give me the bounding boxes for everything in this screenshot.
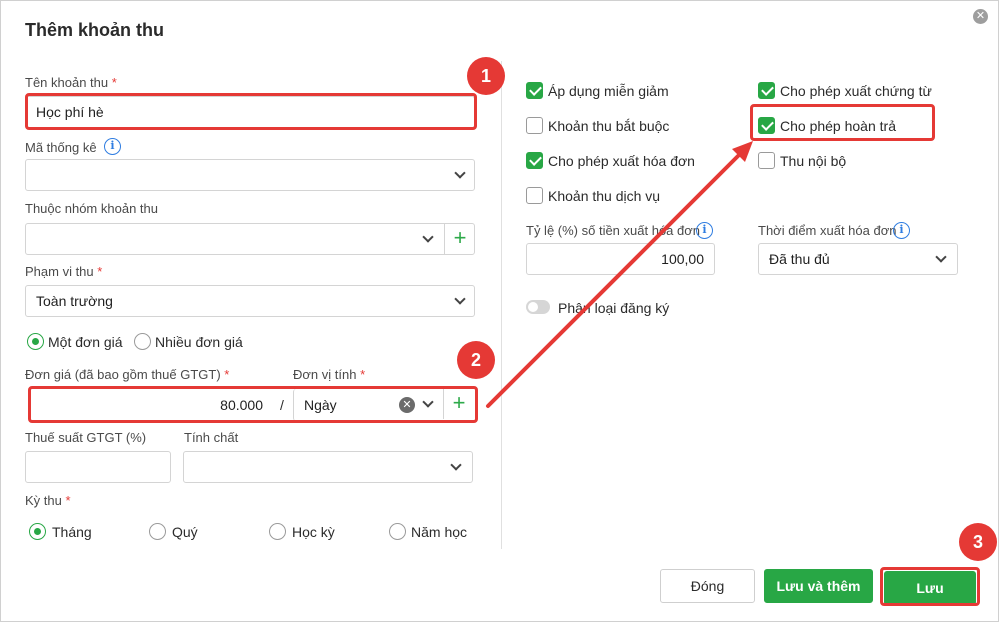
cho-phep-xuat-chung-tu-checkbox[interactable] [758, 82, 775, 99]
column-divider [501, 61, 502, 549]
close-button[interactable]: Đóng [660, 569, 755, 603]
arrow-head [732, 141, 753, 162]
ty-le-input[interactable]: 100,00 [526, 243, 715, 275]
chevron-down-icon [935, 251, 947, 263]
highlight-box-hoan-tra [750, 104, 935, 141]
thoi-diem-label: Thời điểm xuất hóa đơn [758, 223, 897, 238]
info-icon[interactable]: i [893, 222, 910, 239]
nhom-khoan-thu-label: Thuộc nhóm khoản thu [25, 201, 158, 216]
chevron-down-icon [454, 167, 466, 179]
ap-dung-mien-giam-checkbox[interactable] [526, 82, 543, 99]
thue-suat-label: Thuế suất GTGT (%) [25, 430, 147, 445]
mot-don-gia-radio[interactable] [27, 333, 44, 350]
ky-thu-thang-label: Tháng [52, 524, 92, 540]
thu-noi-bo-label: Thu nội bộ [780, 153, 847, 169]
highlight-box-2 [28, 386, 478, 423]
ky-thu-hoc-ky-radio[interactable] [269, 523, 286, 540]
pham-vi-thu-label: Phạm vi thu * [25, 264, 103, 279]
ky-thu-nam-hoc-radio[interactable] [389, 523, 406, 540]
chevron-down-icon [422, 231, 434, 243]
nhieu-don-gia-label: Nhiều đơn giá [155, 334, 243, 350]
thue-suat-input[interactable] [25, 451, 171, 483]
ma-thong-ke-label: Mã thống kê [25, 140, 97, 155]
ky-thu-thang-radio[interactable] [29, 523, 46, 540]
ma-thong-ke-select[interactable] [25, 159, 475, 191]
ky-thu-nam-hoc-label: Năm học [411, 524, 468, 540]
tinh-chat-label: Tính chất [184, 430, 239, 445]
pham-vi-thu-select[interactable]: Toàn trường [25, 285, 475, 317]
thu-noi-bo-checkbox[interactable] [758, 152, 775, 169]
nhieu-don-gia-radio[interactable] [134, 333, 151, 350]
don-gia-label: Đơn giá (đã bao gồm thuế GTGT) * [25, 367, 230, 382]
step-badge-1: 1 [467, 57, 505, 95]
cho-phep-xuat-hoa-don-label: Cho phép xuất hóa đơn [548, 153, 695, 169]
don-vi-tinh-label: Đơn vị tính * [293, 367, 366, 382]
phan-loai-label: Phân loại đăng ký [558, 300, 670, 316]
khoan-thu-bat-buoc-label: Khoản thu bắt buộc [548, 118, 670, 134]
step-badge-2: 2 [457, 341, 495, 379]
add-group-button[interactable]: + [444, 224, 475, 254]
chevron-down-icon [454, 293, 466, 305]
phan-loai-toggle[interactable] [526, 300, 550, 314]
info-icon[interactable]: i [696, 222, 713, 239]
khoan-thu-dich-vu-label: Khoản thu dịch vụ [548, 188, 661, 204]
thoi-diem-select[interactable]: Đã thu đủ [758, 243, 958, 275]
ten-khoan-thu-label: Tên khoản thu * [25, 75, 117, 90]
ty-le-label: Tỷ lệ (%) số tiền xuất hóa đơn [526, 223, 700, 238]
step-badge-3: 3 [959, 523, 997, 561]
save-and-add-button[interactable]: Lưu và thêm [764, 569, 873, 603]
close-icon[interactable]: ✕ [973, 9, 988, 24]
info-icon[interactable]: i [104, 138, 121, 155]
nhom-khoan-thu-select[interactable]: + [25, 223, 475, 255]
ky-thu-quy-label: Quý [172, 524, 198, 540]
ky-thu-quy-radio[interactable] [149, 523, 166, 540]
cho-phep-xuat-hoa-don-checkbox[interactable] [526, 152, 543, 169]
highlight-box-3 [880, 567, 980, 606]
chevron-down-icon [450, 459, 462, 471]
khoan-thu-bat-buoc-checkbox[interactable] [526, 117, 543, 134]
add-revenue-dialog: Thêm khoản thu ✕ Tên khoản thu * Học phí… [0, 0, 999, 622]
mot-don-gia-label: Một đơn giá [48, 334, 123, 350]
ky-thu-label: Kỳ thu * [25, 493, 71, 508]
tinh-chat-select[interactable] [183, 451, 473, 483]
ap-dung-mien-giam-label: Áp dụng miễn giảm [548, 83, 669, 99]
dialog-title: Thêm khoản thu [25, 20, 164, 40]
cho-phep-xuat-chung-tu-label: Cho phép xuất chứng từ [780, 83, 932, 99]
ky-thu-hoc-ky-label: Học kỳ [292, 524, 335, 540]
khoan-thu-dich-vu-checkbox[interactable] [526, 187, 543, 204]
highlight-box-1 [25, 93, 477, 130]
